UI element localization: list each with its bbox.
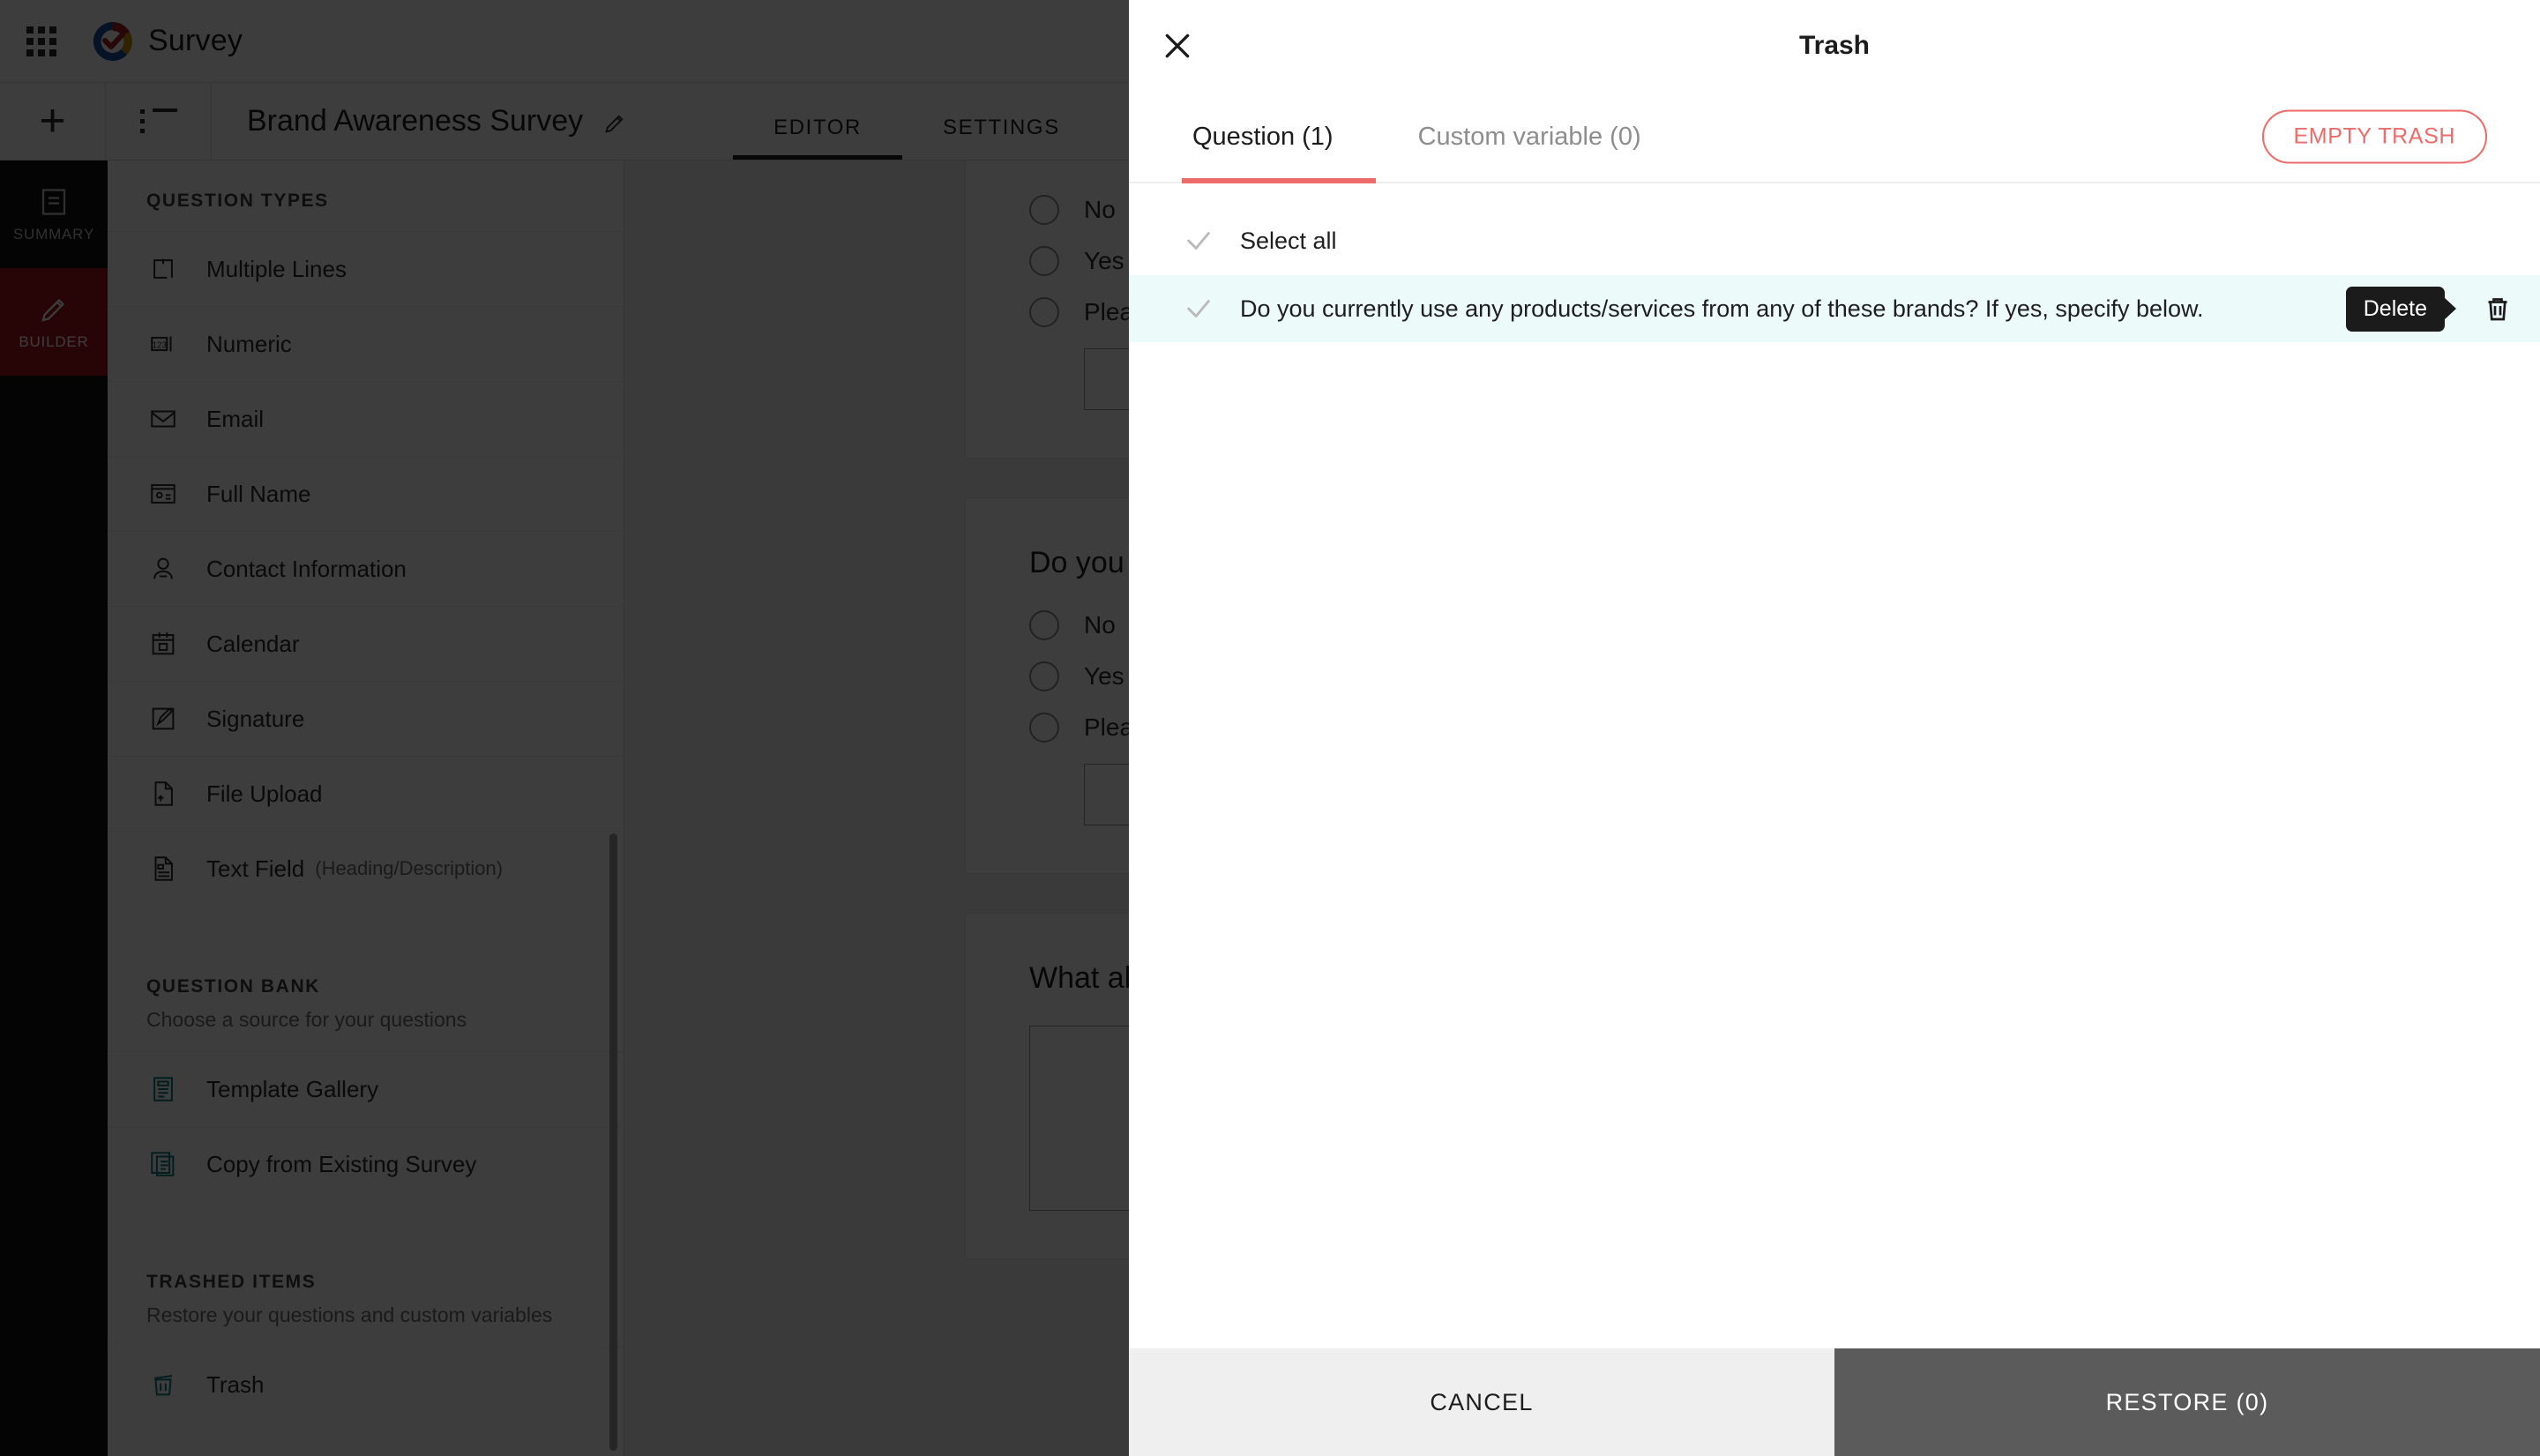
- trash-item-label: Do you currently use any products/servic…: [1240, 295, 2204, 322]
- check-icon: [1184, 226, 1214, 256]
- modal-header: Trash: [1129, 0, 2540, 92]
- trash-modal: Trash Question (1) Custom variable (0) E…: [1129, 0, 2540, 1456]
- modal-body: Select all Do you currently use any prod…: [1129, 183, 2540, 1348]
- modal-footer: CANCEL RESTORE (0): [1129, 1348, 2540, 1456]
- tab-question[interactable]: Question (1): [1182, 92, 1376, 183]
- select-all-row[interactable]: Select all: [1129, 206, 2540, 275]
- trash-list-item[interactable]: Do you currently use any products/servic…: [1129, 275, 2540, 342]
- cancel-button[interactable]: CANCEL: [1129, 1348, 1834, 1456]
- modal-title: Trash: [1798, 31, 1871, 60]
- empty-trash-button[interactable]: EMPTY TRASH: [2261, 109, 2487, 164]
- check-icon: [1184, 294, 1214, 324]
- select-all-label: Select all: [1240, 227, 1337, 254]
- delete-trash-icon[interactable]: [2482, 293, 2514, 325]
- modal-tabs: Question (1) Custom variable (0) EMPTY T…: [1129, 92, 2540, 183]
- tab-custom-variable[interactable]: Custom variable (0): [1376, 92, 1684, 182]
- delete-tooltip: Delete: [2345, 286, 2445, 332]
- restore-button[interactable]: RESTORE (0): [1834, 1348, 2540, 1456]
- screen: Survey + Brand Awareness Survey EDITOR: [0, 0, 2540, 1456]
